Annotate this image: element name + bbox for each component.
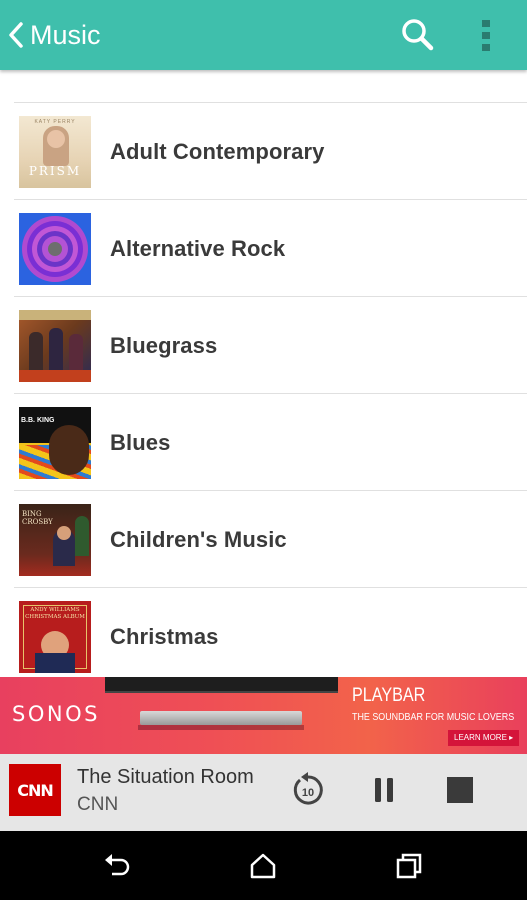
system-nav-bar <box>0 831 527 900</box>
now-playing-title: The Situation Room <box>77 766 254 788</box>
genre-label: Christmas <box>110 623 219 649</box>
replay-10-icon: 10 <box>293 772 323 805</box>
now-playing-artist: CNN <box>77 794 119 815</box>
album-art <box>19 212 91 285</box>
pause-button[interactable] <box>366 772 402 808</box>
genre-label: Children's Music <box>110 526 287 552</box>
more-vert-icon <box>482 20 490 51</box>
back-button[interactable]: Music <box>0 0 111 70</box>
album-art: B.B. KING <box>19 406 91 479</box>
album-art-text: PRISM <box>28 163 82 178</box>
ad-soundbar-shadow <box>138 725 304 730</box>
home-icon <box>250 853 276 879</box>
list-item[interactable]: ANDY WILLIAMS CHRISTMAS ALBUM Christmas <box>14 589 527 677</box>
recents-icon <box>396 853 422 879</box>
chevron-left-icon <box>9 22 23 48</box>
search-icon <box>402 19 434 51</box>
ad-tv-graphic <box>105 677 338 693</box>
album-art: KATY PERRY PRISM <box>19 115 91 188</box>
list-item[interactable]: B.B. KING Blues <box>14 395 527 491</box>
stop-icon <box>447 777 473 803</box>
album-art-text: B.B. KING <box>21 416 55 424</box>
overflow-menu-button[interactable] <box>476 17 496 53</box>
album-art: ANDY WILLIAMS CHRISTMAS ALBUM <box>19 600 91 673</box>
now-playing-art-text: CNN <box>17 780 54 800</box>
ad-soundbar-graphic <box>140 711 302 725</box>
stop-button[interactable] <box>442 772 478 808</box>
ad-brand: SONOS <box>12 702 100 726</box>
genre-label: Alternative Rock <box>110 235 286 261</box>
back-icon <box>105 854 130 876</box>
list-item[interactable]: BING CROSBY Children's Music <box>14 492 527 588</box>
now-playing-bar[interactable]: CNN The Situation Room CNN 10 <box>0 754 527 831</box>
search-button[interactable] <box>400 17 436 53</box>
album-art-text: ANDY WILLIAMS CHRISTMAS ALBUM <box>25 606 85 620</box>
system-recents-button[interactable] <box>394 851 424 881</box>
genre-label: Bluegrass <box>110 332 218 358</box>
replay-10-button[interactable]: 10 <box>290 772 326 808</box>
genre-label: Blues <box>110 429 171 455</box>
list-item[interactable]: Bluegrass <box>14 298 527 394</box>
genre-label: Adult Contemporary <box>110 138 325 164</box>
album-art <box>19 309 91 382</box>
album-art: BING CROSBY <box>19 503 91 576</box>
now-playing-art[interactable]: CNN <box>9 764 61 816</box>
list-item[interactable]: Alternative Rock <box>14 201 527 297</box>
page-title: Music <box>30 19 101 50</box>
pause-icon <box>375 778 393 802</box>
app-bar: Music <box>0 0 527 70</box>
system-back-button[interactable] <box>102 851 132 881</box>
list-item[interactable]: KATY PERRY PRISM Adult Contemporary <box>14 104 527 200</box>
ad-subline: THE SOUNDBAR FOR MUSIC LOVERS <box>352 711 515 723</box>
ad-headline: PLAYBAR <box>352 685 426 706</box>
ad-banner[interactable]: SONOS PLAYBAR THE SOUNDBAR FOR MUSIC LOV… <box>0 677 527 754</box>
genre-list: KATY PERRY PRISM Adult Contemporary Alte… <box>0 0 527 677</box>
album-art-text: BING CROSBY <box>22 509 53 526</box>
ad-learn-more-button[interactable]: LEARN MORE ▸ <box>448 730 520 746</box>
replay-10-label: 10 <box>302 787 314 799</box>
system-home-button[interactable] <box>248 851 278 881</box>
